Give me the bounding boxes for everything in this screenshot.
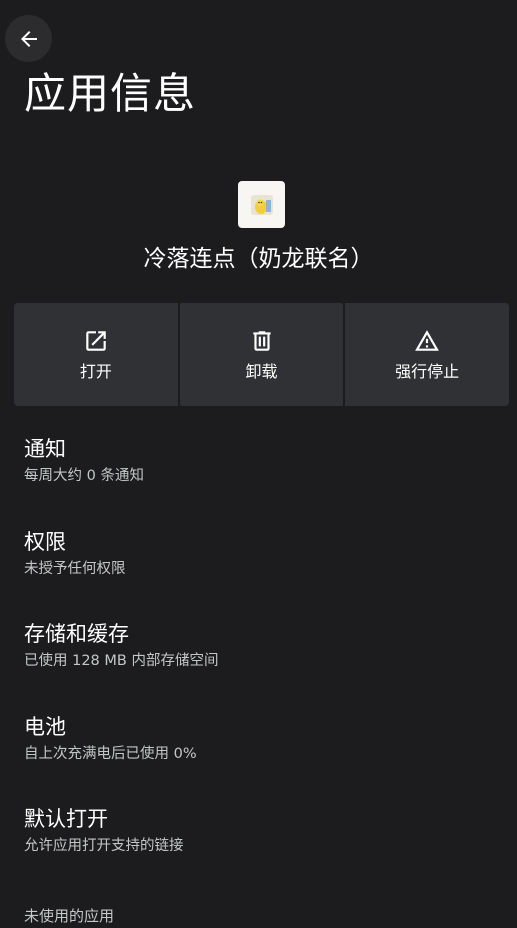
uninstall-button[interactable]: 卸载	[179, 303, 344, 406]
back-button[interactable]	[5, 15, 52, 62]
open-external-icon	[86, 330, 106, 351]
trash-icon	[252, 330, 271, 351]
setting-summary: 每周大约 0 条通知	[24, 468, 144, 484]
open-button-label: 打开	[79, 361, 112, 381]
setting-title: 默认打开	[24, 807, 108, 831]
permissions-setting[interactable]: 权限 未授予任何权限	[24, 526, 504, 619]
setting-summary: 允许应用打开支持的链接	[24, 838, 184, 854]
setting-summary: 已使用 128 MB 内部存储空间	[24, 653, 219, 669]
force-stop-button[interactable]: 强行停止	[345, 303, 510, 406]
app-name: 冷落连点（奶龙联名）	[143, 246, 374, 272]
battery-setting[interactable]: 电池 自上次充满电后已使用 0%	[24, 711, 504, 804]
open-by-default-setting[interactable]: 默认打开 允许应用打开支持的链接	[24, 803, 504, 896]
setting-summary: 未授予任何权限	[24, 560, 126, 577]
arrow-back-icon	[20, 30, 37, 47]
force-stop-button-label: 强行停止	[395, 361, 460, 381]
setting-summary: 自上次充满电后已使用 0%	[24, 745, 197, 762]
open-button[interactable]: 打开	[14, 303, 178, 406]
action-buttons: 打开 卸载 强行停止	[14, 303, 510, 406]
uninstall-button-label: 卸载	[245, 361, 278, 381]
storage-cache-setting[interactable]: 存储和缓存 已使用 128 MB 内部存储空间	[24, 618, 504, 711]
settings-list: 通知 每周大约 0 条通知 权限 未授予任何权限 存储和缓存 已使用 128 M…	[24, 433, 504, 896]
notifications-setting[interactable]: 通知 每周大约 0 条通知	[24, 433, 504, 526]
app-icon	[238, 181, 285, 228]
setting-title: 通知	[24, 437, 66, 461]
setting-title: 电池	[24, 714, 66, 739]
warning-triangle-icon	[415, 329, 440, 351]
setting-title: 存储和缓存	[24, 622, 129, 646]
unused-apps-header: 未使用的应用	[24, 907, 115, 925]
setting-title: 权限	[24, 529, 66, 554]
page-title: 应用信息	[24, 69, 197, 118]
